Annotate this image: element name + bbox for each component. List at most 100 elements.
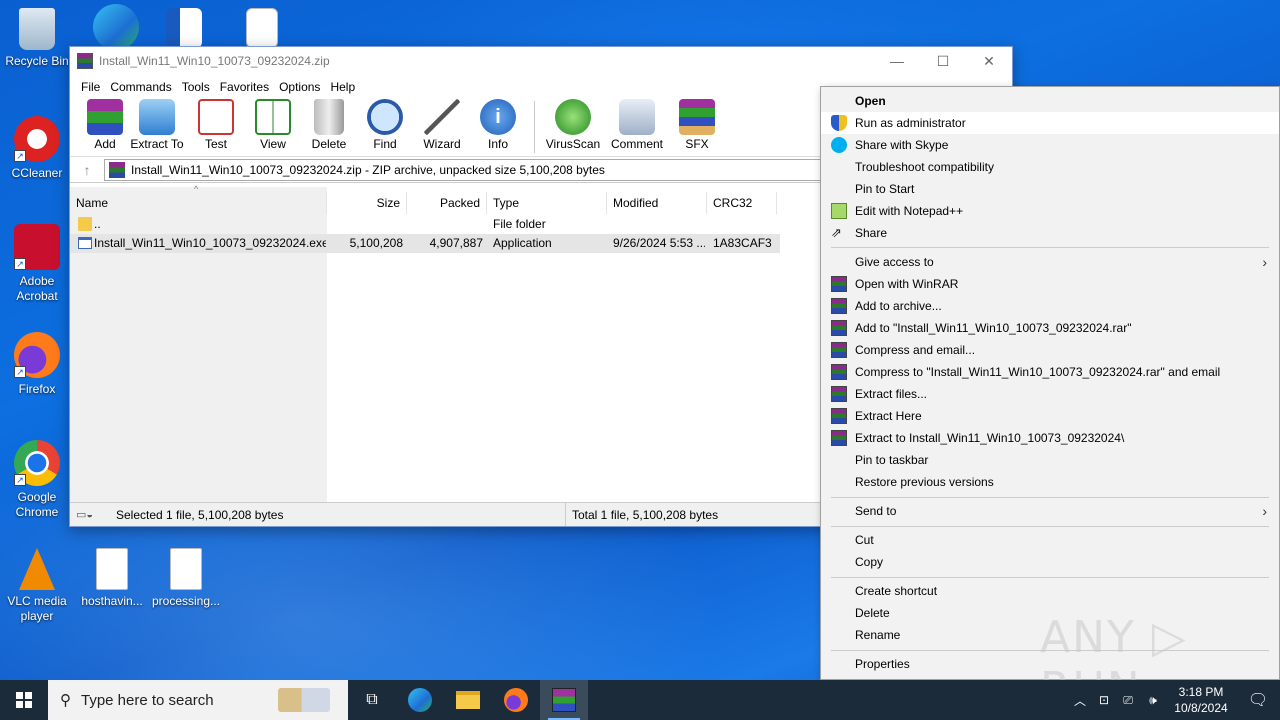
desktop-icon-firefox[interactable]: ↗ Firefox [1, 332, 73, 397]
menu-item-send-to[interactable]: Send to › [821, 500, 1279, 522]
virusscan-button[interactable]: VirusScan [543, 99, 603, 151]
winrar-icon [77, 53, 93, 69]
menu-separator [831, 577, 1269, 578]
extract-to-button[interactable]: Extract To [128, 99, 186, 151]
menu-help[interactable]: Help [325, 80, 360, 94]
winrar-icon [831, 386, 847, 402]
menu-item-extract-files[interactable]: Extract files... [821, 383, 1279, 405]
menu-favorites[interactable]: Favorites [215, 80, 274, 94]
shortcut-arrow-icon: ↗ [14, 150, 26, 162]
minimize-button[interactable]: — [874, 47, 920, 75]
menu-file[interactable]: File [76, 80, 105, 94]
menu-item-extract-to-folder[interactable]: Extract to Install_Win11_Win10_10073_092… [821, 427, 1279, 449]
menu-item-pin-to-start[interactable]: Pin to Start [821, 178, 1279, 200]
menu-item-cut[interactable]: Cut [821, 529, 1279, 551]
menu-item-extract-here[interactable]: Extract Here [821, 405, 1279, 427]
sfx-button[interactable]: SFX [671, 99, 723, 151]
chevron-right-icon: › [1262, 254, 1267, 270]
desktop-icon-google-chrome[interactable]: ↗ Google Chrome [1, 440, 73, 520]
taskbar-edge-button[interactable] [396, 680, 444, 720]
menu-commands[interactable]: Commands [105, 80, 176, 94]
column-name[interactable]: Name [70, 192, 327, 214]
task-view-icon: ⧉ [366, 691, 378, 708]
desktop-icon-hosthavin[interactable]: hosthavin... [76, 548, 148, 609]
table-row[interactable]: .. File folder [70, 215, 780, 234]
taskbar-firefox-button[interactable] [492, 680, 540, 720]
wand-icon [424, 99, 460, 135]
windows-logo-icon [16, 692, 32, 708]
volume-icon[interactable]: 🕪 [1140, 693, 1166, 708]
column-size[interactable]: Size [327, 192, 407, 214]
menu-item-open[interactable]: Open [821, 90, 1279, 112]
up-arrow-icon[interactable]: ↑ [70, 162, 104, 178]
view-button[interactable]: View [246, 99, 300, 151]
info-button[interactable]: i Info [472, 99, 524, 151]
delete-button[interactable]: Delete [302, 99, 356, 151]
desktop-icon-vlc[interactable]: VLC media player [1, 548, 73, 624]
desktop-icon-processing[interactable]: processing... [150, 548, 222, 609]
menu-item-share-with-skype[interactable]: Share with Skype [821, 134, 1279, 156]
status-selected: Selected 1 file, 5,100,208 bytes [110, 503, 566, 526]
comment-button[interactable]: Comment [605, 99, 669, 151]
test-checklist-icon [198, 99, 234, 135]
word-doc-icon [166, 8, 202, 48]
network-adapter-icon[interactable]: ⊡ [1092, 693, 1116, 707]
window-title: Install_Win11_Win10_10073_09232024.zip [99, 54, 330, 68]
skype-icon [831, 137, 847, 153]
taskbar-winrar-button[interactable] [540, 680, 588, 720]
menu-item-pin-to-taskbar[interactable]: Pin to taskbar [821, 449, 1279, 471]
shortcut-arrow-icon: ↗ [14, 474, 26, 486]
menu-item-compress-and-email[interactable]: Compress and email... [821, 339, 1279, 361]
notification-icon[interactable]: 🗨 [1236, 690, 1280, 710]
menu-item-copy[interactable]: Copy [821, 551, 1279, 573]
menu-item-add-to-rar[interactable]: Add to "Install_Win11_Win10_10073_092320… [821, 317, 1279, 339]
menu-item-share[interactable]: ⇗ Share [821, 222, 1279, 244]
adobe-acrobat-icon: ↗ [14, 224, 60, 270]
menu-separator [831, 526, 1269, 527]
trash-icon [314, 99, 344, 135]
book-view-icon [255, 99, 291, 135]
menu-item-add-to-archive[interactable]: Add to archive... [821, 295, 1279, 317]
maximize-button[interactable]: ☐ [920, 47, 966, 75]
add-button[interactable]: Add [84, 99, 126, 151]
task-view-button[interactable]: ⧉ [348, 680, 396, 720]
menu-options[interactable]: Options [274, 80, 325, 94]
menu-item-edit-with-notepadpp[interactable]: Edit with Notepad++ [821, 200, 1279, 222]
menu-item-troubleshoot-compatibility[interactable]: Troubleshoot compatibility [821, 156, 1279, 178]
column-packed[interactable]: Packed [407, 192, 487, 214]
menu-item-create-shortcut[interactable]: Create shortcut [821, 580, 1279, 602]
image-file-icon [96, 548, 128, 590]
chevron-up-icon[interactable]: ︿ [1068, 692, 1092, 709]
column-crc32[interactable]: CRC32 [707, 192, 777, 214]
wizard-button[interactable]: Wizard [414, 99, 470, 151]
clock[interactable]: 3:18 PM 10/8/2024 [1166, 684, 1236, 716]
table-row[interactable]: Install_Win11_Win10_10073_09232024.exe 5… [70, 234, 780, 253]
network-icon[interactable]: ⎚ [1116, 693, 1140, 708]
edge-icon [93, 4, 139, 50]
menu-item-compress-to-rar-and-email[interactable]: Compress to "Install_Win11_Win10_10073_0… [821, 361, 1279, 383]
taskbar: ⚲ Type here to search ⧉ ︿ ⊡ ⎚ 🕪 3:18 PM … [0, 680, 1280, 720]
chevron-right-icon: › [1262, 503, 1267, 519]
start-button[interactable] [0, 680, 48, 720]
folder-extract-icon [139, 99, 175, 135]
column-type[interactable]: Type [487, 192, 607, 214]
taskbar-search-box[interactable]: ⚲ Type here to search [48, 680, 348, 720]
system-tray: ︿ ⊡ ⎚ 🕪 3:18 PM 10/8/2024 🗨 [1068, 680, 1280, 720]
close-button[interactable]: ✕ [966, 47, 1012, 75]
test-button[interactable]: Test [188, 99, 244, 151]
menu-item-run-as-administrator[interactable]: Run as administrator [821, 112, 1279, 134]
menu-item-open-with-winrar[interactable]: Open with WinRAR [821, 273, 1279, 295]
menu-tools[interactable]: Tools [177, 80, 215, 94]
find-button[interactable]: Find [358, 99, 412, 151]
winrar-icon [831, 298, 847, 314]
desktop-icon-adobe-acrobat[interactable]: ↗ Adobe Acrobat [1, 224, 73, 304]
menu-item-restore-previous-versions[interactable]: Restore previous versions [821, 471, 1279, 493]
file-list: Name ^ Size Packed Type Modified CRC32 .… [70, 184, 820, 503]
desktop-icon-recycle-bin[interactable]: Recycle Bin [1, 8, 73, 69]
taskbar-file-explorer-button[interactable] [444, 680, 492, 720]
menu-item-give-access-to[interactable]: Give access to › [821, 251, 1279, 273]
magnifier-icon [367, 99, 403, 135]
firefox-icon [504, 688, 528, 712]
desktop-icon-ccleaner[interactable]: ↗ CCleaner [1, 116, 73, 181]
column-modified[interactable]: Modified [607, 192, 707, 214]
